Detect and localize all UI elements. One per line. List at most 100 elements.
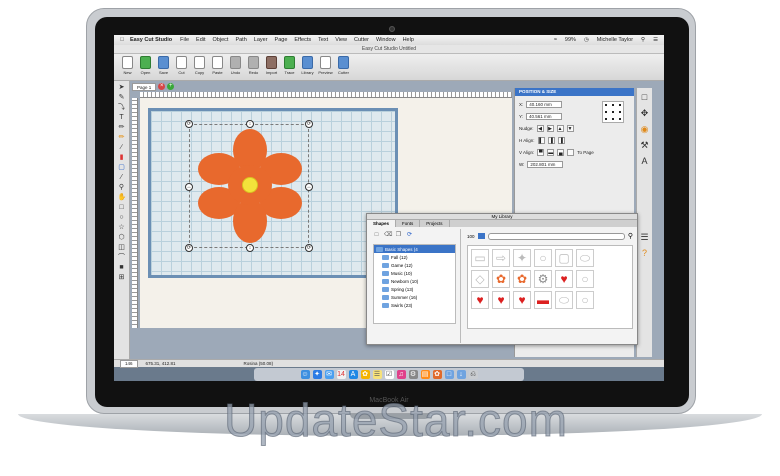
photos-icon[interactable]: ✿ <box>360 370 370 379</box>
search-icon[interactable]: ⚲ <box>641 37 645 43</box>
battery-status[interactable]: 99% <box>565 37 576 43</box>
tree-item-swirls[interactable]: Swirls (23) <box>374 301 455 309</box>
hand-tool-icon[interactable]: ✋ <box>118 194 127 202</box>
rectangle-tool-icon[interactable]: □ <box>118 204 126 212</box>
eyedropper-tool-icon[interactable]: ⁄ <box>118 174 126 182</box>
nudge-down-icon[interactable]: ▼ <box>566 125 574 132</box>
redo-button[interactable]: Redo <box>246 54 261 80</box>
knife-tool-icon[interactable]: ⤵ <box>118 104 126 112</box>
wrench-icon[interactable]: ⚒ <box>640 140 650 150</box>
shape-thumbnail[interactable]: ⬭ <box>576 249 594 267</box>
shape-thumbnail[interactable]: ✿ <box>513 270 531 288</box>
menu-edit[interactable]: Edit <box>196 37 205 43</box>
text-tool-icon[interactable]: T <box>118 114 126 122</box>
add-page-icon[interactable]: + <box>167 83 175 90</box>
itunes-icon[interactable]: ♫ <box>396 370 406 379</box>
remove-page-icon[interactable]: × <box>158 83 166 90</box>
open-button[interactable]: Open <box>138 54 153 80</box>
tree-item-game[interactable]: Game (12) <box>374 261 455 269</box>
folder-icon[interactable]: □ <box>444 370 454 379</box>
rotate-handle-icon[interactable]: ⟳ <box>305 244 313 252</box>
align-left-icon[interactable]: ▌ <box>537 137 545 144</box>
tab-page-1[interactable]: Page 1 <box>132 83 157 91</box>
document-icon[interactable]: □ <box>640 92 650 102</box>
wifi-icon[interactable]: ≈ <box>554 37 557 43</box>
eraser-tool-icon[interactable]: ▮ <box>118 154 126 162</box>
app-name-menu[interactable]: Easy Cut Studio <box>130 37 172 43</box>
shape-tool-icon[interactable]: ▢ <box>118 164 126 172</box>
paste-button[interactable]: Paste <box>210 54 225 80</box>
shape-thumbnail[interactable]: ○ <box>534 249 552 267</box>
resize-handle-icon[interactable]: ↔ <box>305 183 313 191</box>
y-field[interactable]: 40.561 mm <box>526 113 563 120</box>
shape-thumbnail[interactable]: ✦ <box>513 249 531 267</box>
pencil-tool-icon[interactable]: ✏ <box>118 134 126 142</box>
trace-button[interactable]: Trace <box>282 54 297 80</box>
list-icon[interactable]: ☰ <box>653 37 658 43</box>
shape-thumbnail[interactable]: ♥ <box>471 291 489 309</box>
to-page-checkbox[interactable] <box>567 149 575 156</box>
new-button[interactable]: New <box>120 54 135 80</box>
line-tool-icon[interactable]: ∕ <box>118 144 126 152</box>
tree-item-music[interactable]: Music (10) <box>374 269 455 277</box>
measure-tool-icon[interactable]: ⊞ <box>118 274 126 282</box>
menu-file[interactable]: File <box>180 37 189 43</box>
undo-button[interactable]: Undo <box>228 54 243 80</box>
shape-thumbnail[interactable]: ⚙ <box>534 270 552 288</box>
weld-tool-icon[interactable]: ◫ <box>118 244 126 252</box>
refresh-icon[interactable]: ⟳ <box>406 232 413 239</box>
menu-help[interactable]: Help <box>403 37 414 43</box>
nudge-left-icon[interactable]: ◀ <box>536 125 544 132</box>
cut-button[interactable]: Cut <box>174 54 189 80</box>
tab-fonts[interactable]: Fonts <box>396 220 421 227</box>
tree-item-summer[interactable]: Summer (16) <box>374 293 455 301</box>
align-center-icon[interactable]: ▐ <box>547 137 555 144</box>
shape-thumbnail[interactable]: ○ <box>576 270 594 288</box>
shape-thumbnail[interactable]: ◇ <box>471 270 489 288</box>
calendar-icon[interactable]: 14 <box>336 370 346 379</box>
star-tool-icon[interactable]: ☆ <box>118 224 126 232</box>
menu-effects[interactable]: Effects <box>294 37 311 43</box>
library-button[interactable]: Library <box>300 54 315 80</box>
duplicate-icon[interactable]: ❐ <box>395 232 402 239</box>
menu-path[interactable]: Path <box>235 37 246 43</box>
library-search-input[interactable] <box>487 232 625 240</box>
select-tool-icon[interactable]: ➤ <box>118 84 126 92</box>
tree-item-spring[interactable]: Spring (13) <box>374 285 455 293</box>
shape-thumbnail[interactable]: ♥ <box>492 291 510 309</box>
add-folder-icon[interactable]: □ <box>373 232 380 239</box>
shape-thumbnail[interactable]: ✿ <box>492 270 510 288</box>
tree-item-newborn[interactable]: Newborn (10) <box>374 277 455 285</box>
node-edit-tool-icon[interactable]: ✎ <box>118 94 126 102</box>
tree-item-fall[interactable]: Fall (12) <box>374 253 455 261</box>
copy-button[interactable]: Copy <box>192 54 207 80</box>
crop-tool-icon[interactable]: ⌒ <box>118 254 126 262</box>
notes-icon[interactable]: ☰ <box>372 370 382 379</box>
help-icon[interactable]: ? <box>640 248 650 258</box>
palette-icon[interactable]: ◉ <box>640 124 650 134</box>
resize-handle-icon[interactable]: ↔ <box>185 183 193 191</box>
rotate-handle-icon[interactable]: ⟳ <box>185 120 193 128</box>
ibooks-icon[interactable]: ▤ <box>420 370 430 379</box>
rotate-handle-icon[interactable]: ↕ <box>246 120 254 128</box>
menu-cutter[interactable]: Cutter <box>354 37 369 43</box>
menu-object[interactable]: Object <box>213 37 229 43</box>
menu-layer[interactable]: Layer <box>254 37 268 43</box>
text-style-icon[interactable]: A <box>640 156 650 166</box>
apple-icon[interactable]:  <box>120 37 130 43</box>
shape-thumbnail[interactable]: ▭ <box>471 249 489 267</box>
reminders-icon[interactable]: ☑ <box>384 370 394 379</box>
polygon-tool-icon[interactable]: ⬡ <box>118 234 126 242</box>
menu-window[interactable]: Window <box>376 37 396 43</box>
shape-thumbnail[interactable]: ♥ <box>555 270 573 288</box>
align-right-icon[interactable]: ▐ <box>557 137 565 144</box>
trash-icon[interactable]: ⎌ <box>468 370 478 379</box>
search-icon[interactable]: ⚲ <box>628 232 633 240</box>
shape-thumbnail[interactable]: ▬ <box>534 291 552 309</box>
menu-page[interactable]: Page <box>275 37 288 43</box>
w-field[interactable]: 202.801 mm <box>527 161 564 168</box>
shape-thumbnail[interactable]: ⬭ <box>555 291 573 309</box>
resize-handle-icon[interactable]: ↕ <box>246 244 254 252</box>
anchor-point-selector[interactable] <box>602 101 624 123</box>
menu-view[interactable]: View <box>335 37 347 43</box>
